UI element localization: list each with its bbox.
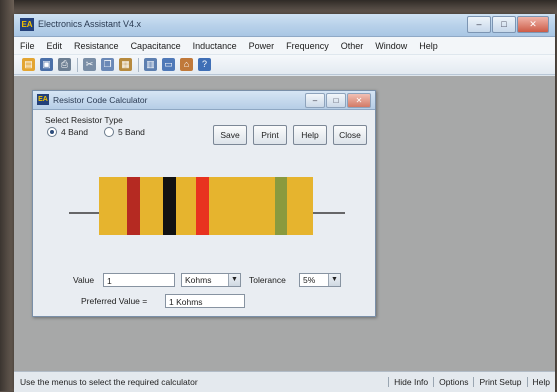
close-button[interactable]: ✕	[517, 16, 549, 33]
paste-icon[interactable]: ▦	[119, 58, 132, 71]
chevron-down-icon[interactable]: ▼	[328, 274, 340, 286]
help-button[interactable]: Help	[293, 125, 327, 145]
tolerance-select[interactable]: 5% ▼	[299, 273, 341, 287]
radio-5-band-label[interactable]: 5 Band	[118, 127, 145, 137]
band-3[interactable]	[196, 177, 209, 235]
tolerance-band[interactable]	[275, 177, 287, 235]
child-minimize-button[interactable]: –	[305, 93, 325, 108]
open-icon[interactable]: ▤	[22, 58, 35, 71]
menu-capacitance[interactable]: Capacitance	[125, 41, 187, 51]
background-top	[0, 0, 557, 14]
child-window-controls: – □ ✕	[304, 93, 371, 108]
status-bar: Use the menus to select the required cal…	[14, 371, 555, 392]
child-close-button[interactable]: ✕	[347, 93, 371, 108]
minimize-button[interactable]: –	[467, 16, 491, 33]
app-window: EA Electronics Assistant V4.x – □ ✕ File…	[14, 14, 555, 392]
window-icon[interactable]: ▭	[162, 58, 175, 71]
menu-resistance[interactable]: Resistance	[68, 41, 125, 51]
child-title-bar[interactable]: EA Resistor Code Calculator – □ ✕	[33, 91, 375, 110]
options-button[interactable]: Options	[433, 377, 473, 387]
calculator-icon[interactable]: ▥	[144, 58, 157, 71]
band-2[interactable]	[163, 177, 176, 235]
unit-select-value: Kohms	[185, 275, 212, 285]
menu-edit[interactable]: Edit	[41, 41, 69, 51]
menu-frequency[interactable]: Frequency	[280, 41, 335, 51]
app-title: Electronics Assistant V4.x	[38, 19, 142, 29]
status-message: Use the menus to select the required cal…	[20, 377, 198, 387]
action-buttons: Save Print Help Close	[213, 125, 373, 145]
menu-inductance[interactable]: Inductance	[187, 41, 243, 51]
cut-icon[interactable]: ✂	[83, 58, 96, 71]
copy-icon[interactable]: ❐	[101, 58, 114, 71]
app-logo-icon: EA	[20, 18, 34, 31]
preferred-value-label: Preferred Value =	[81, 296, 148, 306]
toolbar: ▤ ▣ ⎙ ✂ ❐ ▦ ▥ ▭ ⌂?	[14, 55, 555, 75]
print-setup-button[interactable]: Print Setup	[473, 377, 526, 387]
save-button[interactable]: Save	[213, 125, 247, 145]
window-controls: – □ ✕	[466, 16, 549, 33]
print-button[interactable]: Print	[253, 125, 287, 145]
menu-bar: File Edit Resistance Capacitance Inducta…	[14, 37, 555, 54]
unit-select[interactable]: Kohms ▼	[181, 273, 241, 287]
menu-file[interactable]: File	[14, 41, 41, 51]
resistor-graphic	[69, 177, 345, 235]
maximize-button[interactable]: □	[492, 16, 516, 33]
child-logo-icon: EA	[37, 94, 49, 105]
value-input[interactable]: 1	[103, 273, 175, 287]
home-icon[interactable]: ⌂	[180, 58, 193, 71]
child-title: Resistor Code Calculator	[53, 95, 148, 105]
toolbar-separator	[138, 57, 139, 72]
tolerance-label: Tolerance	[249, 275, 286, 285]
hide-info-button[interactable]: Hide Info	[388, 377, 433, 387]
resistor-calculator-window: EA Resistor Code Calculator – □ ✕ Select…	[32, 90, 376, 317]
preferred-value-display: 1 Kohms	[165, 294, 245, 308]
menu-power[interactable]: Power	[243, 41, 281, 51]
radio-4-band[interactable]	[47, 127, 57, 137]
background-left	[0, 0, 14, 391]
menu-help[interactable]: Help	[413, 41, 444, 51]
close-window-button[interactable]: Close	[333, 125, 367, 145]
tolerance-select-value: 5%	[303, 275, 316, 285]
menu-window[interactable]: Window	[369, 41, 413, 51]
save-icon[interactable]: ▣	[40, 58, 53, 71]
status-help-button[interactable]: Help	[526, 377, 555, 387]
child-maximize-button[interactable]: □	[326, 93, 346, 108]
menu-other[interactable]: Other	[335, 41, 370, 51]
radio-4-band-label[interactable]: 4 Band	[61, 127, 88, 137]
print-icon[interactable]: ⎙	[58, 58, 71, 71]
title-bar[interactable]: EA Electronics Assistant V4.x – □ ✕	[14, 14, 555, 37]
value-label: Value	[73, 275, 95, 285]
chevron-down-icon[interactable]: ▼	[228, 274, 240, 286]
resistor-type-radios: 4 Band 5 Band	[47, 127, 161, 137]
help-icon[interactable]: ?	[198, 58, 211, 71]
band-1[interactable]	[127, 177, 140, 235]
resistor-type-label: Select Resistor Type	[45, 115, 123, 125]
radio-5-band[interactable]	[103, 127, 114, 137]
toolbar-separator	[77, 57, 78, 72]
